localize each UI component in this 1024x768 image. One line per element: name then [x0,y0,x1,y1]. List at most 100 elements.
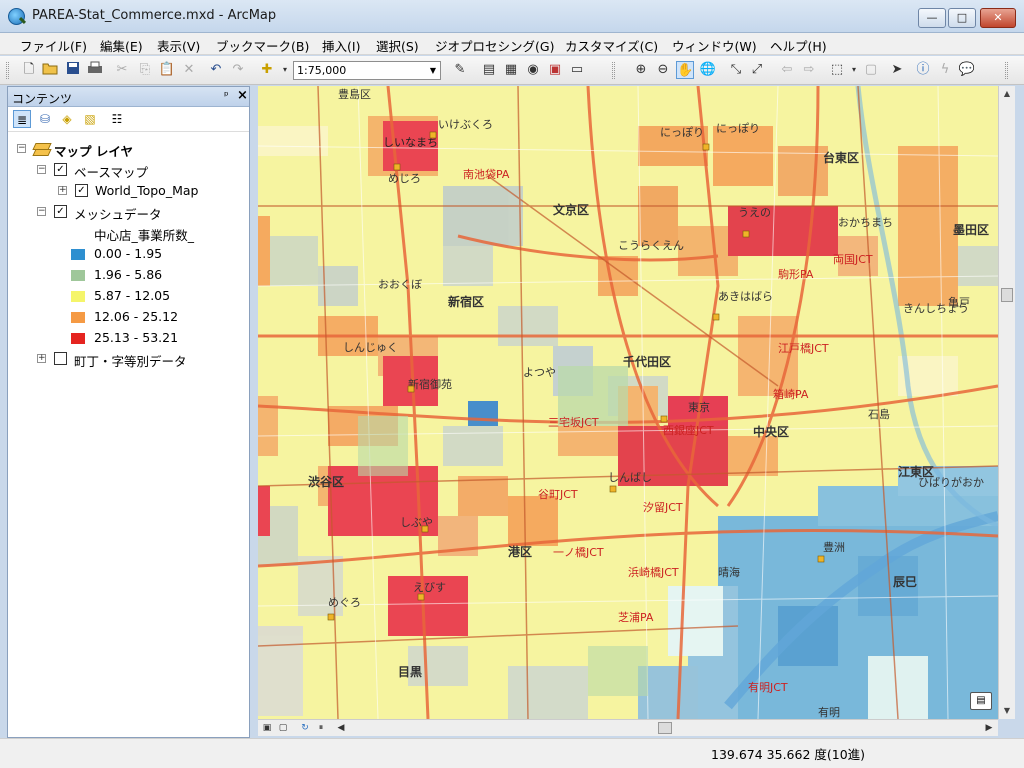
place-label: 江戸橋JCT [778,341,829,355]
horizontal-scroll-thumb[interactable] [658,722,672,734]
add-data-dropdown-icon[interactable]: ▾ [276,61,294,79]
toc-toolbar: ≣ ⛁ ◈ ▧ ☷ [8,107,249,132]
menu-file[interactable]: ファイル(F) [20,36,87,55]
expand-icon[interactable]: + [58,186,67,195]
pan-hand-icon[interactable]: ✋ [676,61,694,79]
scroll-up-icon[interactable]: ▲ [999,86,1015,102]
legend-class-row[interactable]: 0.00 - 1.95 [8,244,248,264]
refresh-icon[interactable]: ↻ [298,721,312,735]
clear-selection-icon[interactable]: ▢ [862,61,880,79]
select-elements-icon[interactable]: ➤ [888,61,906,79]
layout-view-icon[interactable]: ▢ [276,721,290,735]
menu-bookmarks[interactable]: ブックマーク(B) [216,36,309,55]
hyperlink-icon[interactable]: ϟ [936,61,954,79]
map-display[interactable]: 豊島区 いけぶくろ しいなまち 南池袋PA にっぽり にっぽり 台東区 めじろ … [258,86,998,719]
list-by-selection-icon[interactable]: ▧ [81,110,99,128]
map-tips-icon[interactable]: ▤ [970,692,992,710]
expand-icon[interactable]: + [37,354,46,363]
redo-icon[interactable]: ↷ [229,61,247,79]
toc-header: コンテンツ ᵖ × [8,87,249,107]
scroll-left-icon[interactable]: ◀ [334,721,348,735]
legend-class-row[interactable]: 25.13 - 53.21 [8,328,248,348]
menu-edit[interactable]: 編集(E) [100,36,143,55]
menu-customize[interactable]: カスタマイズ(C) [565,36,658,55]
data-view-icon[interactable]: ▣ [260,721,274,735]
list-by-source-icon[interactable]: ⛁ [36,110,54,128]
save-icon[interactable] [64,61,82,79]
menu-help[interactable]: ヘルプ(H) [770,36,827,55]
cut-icon[interactable]: ✂ [113,61,131,79]
catalog-window-icon[interactable]: ▦ [502,61,520,79]
place-label: 晴海 [718,565,740,579]
full-extent-globe-icon[interactable]: 🌐 [699,61,717,79]
undo-icon[interactable]: ↶ [207,61,225,79]
html-popup-icon[interactable]: 💬 [958,61,976,79]
scroll-down-icon[interactable]: ▼ [999,703,1015,719]
arctoolbox-icon[interactable]: ▣ [546,61,564,79]
toolbar-grip[interactable] [612,62,615,79]
scroll-right-icon[interactable]: ▶ [982,721,996,735]
copy-icon[interactable]: ⎘ [136,61,154,79]
basemap-visibility-checkbox[interactable]: ✓ [54,163,67,176]
list-by-visibility-icon[interactable]: ◈ [58,110,76,128]
map-layers-label[interactable]: マップ レイヤ [54,141,133,160]
minimize-button[interactable]: — [918,8,946,28]
pause-drawing-icon[interactable]: ⏸ [314,721,328,735]
chevron-down-icon[interactable]: ▼ [426,62,440,79]
map-canvas[interactable]: 豊島区 いけぶくろ しいなまち 南池袋PA にっぽり にっぽり 台東区 めじろ … [258,86,998,719]
maximize-button[interactable]: □ [948,8,976,28]
toc-close-icon[interactable]: × [237,88,248,103]
title-bar: PAREA-Stat_Commerce.mxd - ArcMap — □ ✕ [0,0,1024,33]
table-of-contents-panel: コンテンツ ᵖ × ≣ ⛁ ◈ ▧ ☷ − マップ レイヤ − ✓ ベースマップ… [7,86,250,738]
toolbar-grip[interactable] [1005,62,1008,79]
chome-visibility-checkbox[interactable] [54,352,67,365]
open-folder-icon[interactable] [41,61,59,79]
forward-extent-icon[interactable]: ⇨ [800,61,818,79]
place-label: おおくぼ [378,278,422,291]
toolbar-grip[interactable] [6,62,9,79]
basemap-group-label[interactable]: ベースマップ [74,162,148,181]
legend-class-row[interactable]: 5.87 - 12.05 [8,286,248,306]
map-vertical-scrollbar[interactable]: ▲ ▼ [998,86,1015,719]
chome-layer-label[interactable]: 町丁・字等別データ [74,351,187,370]
menu-view[interactable]: 表示(V) [157,36,200,55]
mesh-visibility-checkbox[interactable]: ✓ [54,205,67,218]
search-window-icon[interactable]: ◉ [524,61,542,79]
toc-options-icon[interactable]: ☷ [108,110,126,128]
fixed-zoom-in-icon[interactable]: ⤡ [727,61,745,79]
menu-selection[interactable]: 選択(S) [376,36,419,55]
add-data-icon[interactable]: ✚ [258,61,276,79]
pin-icon[interactable]: ᵖ [224,89,229,102]
table-of-contents-icon[interactable]: ▤ [480,61,498,79]
editor-toolbar-icon[interactable]: ✎ [451,61,469,79]
zoom-out-icon[interactable]: ⊖ [654,61,672,79]
legend-swatch [71,291,85,302]
back-extent-icon[interactable]: ⇦ [778,61,796,79]
map-horizontal-scrollbar[interactable]: ▣ ▢ ↻ ⏸ ◀ ▶ [258,719,998,736]
menu-insert[interactable]: 挿入(I) [322,36,360,55]
close-button[interactable]: ✕ [980,8,1016,28]
list-by-drawing-order-icon[interactable]: ≣ [13,110,31,128]
paste-icon[interactable]: 📋 [158,61,176,79]
identify-icon[interactable]: ⓘ [914,61,932,79]
world-topo-visibility-checkbox[interactable]: ✓ [75,184,88,197]
collapse-icon[interactable]: − [37,165,46,174]
select-features-icon[interactable]: ⬚ [828,61,846,79]
zoom-in-icon[interactable]: ⊕ [632,61,650,79]
python-window-icon[interactable]: ▭ [568,61,586,79]
collapse-icon[interactable]: − [17,144,26,153]
vertical-scroll-thumb[interactable] [1001,288,1013,302]
menu-geoprocessing[interactable]: ジオプロセシング(G) [435,36,554,55]
delete-icon[interactable]: ✕ [180,61,198,79]
new-document-icon[interactable]: 🗋 [20,61,38,79]
world-topo-layer-label[interactable]: World_Topo_Map [95,183,198,198]
mesh-group-label[interactable]: メッシュデータ [74,204,162,223]
map-scale-combo[interactable]: 1:75,000 ▼ [293,61,441,80]
legend-class-row[interactable]: 12.06 - 25.12 [8,307,248,327]
print-icon[interactable] [86,61,104,79]
legend-class-row[interactable]: 1.96 - 5.86 [8,265,248,285]
select-dropdown-icon[interactable]: ▾ [845,61,863,79]
fixed-zoom-out-icon[interactable]: ⤢ [748,61,766,79]
collapse-icon[interactable]: − [37,207,46,216]
menu-windows[interactable]: ウィンドウ(W) [672,36,757,55]
